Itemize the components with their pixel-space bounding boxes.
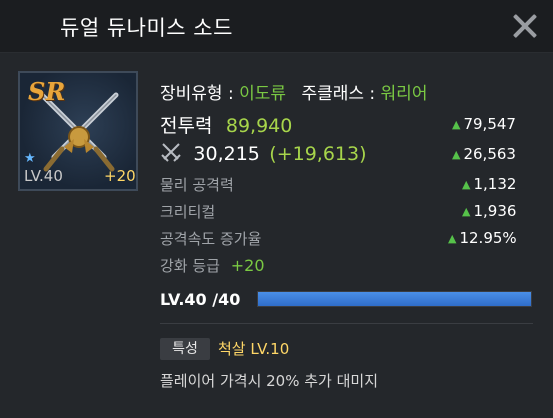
stat-label-physical-attack: 물리 공격력 [160, 176, 234, 194]
equip-type-value: 이도류 [239, 84, 287, 104]
combat-power-row: 전투력 89,940 [160, 111, 292, 138]
divider [160, 323, 533, 324]
icon-enhance-badge: +20 [104, 167, 136, 185]
stat-delta-attack-speed: ▲ 12.95% [448, 229, 517, 247]
attack-row: 30,215 (+19,613) [160, 141, 367, 165]
level-progress-bar [257, 291, 532, 307]
stat-delta-physical-attack: ▲ 1,132 [462, 175, 517, 193]
attack-swords-icon [161, 143, 181, 162]
level-label: LV.40 /40 [160, 290, 241, 309]
increase-arrow-icon: ▲ [448, 232, 457, 245]
enhance-label: 강화 등급 [160, 257, 220, 275]
trait-tag: 특성 [160, 338, 210, 360]
item-title: 듀얼 듀나미스 소드 [60, 16, 233, 40]
close-icon[interactable] [511, 12, 539, 40]
trait-name: 척살 LV.10 [218, 340, 290, 358]
stat-label-attack-speed: 공격속도 증가율 [160, 230, 262, 248]
stat-label-critical: 크리티컬 [160, 203, 216, 221]
level-progress-fill [258, 292, 531, 306]
attack-bonus: (+19,613) [269, 143, 367, 165]
combat-power-delta: ▲ 79,547 [452, 115, 516, 133]
trait-description: 플레이어 가격시 20% 추가 대미지 [160, 372, 379, 390]
star-icon: ★ [24, 151, 36, 166]
main-class-value: 워리어 [380, 84, 428, 104]
increase-arrow-icon: ▲ [452, 148, 461, 161]
increase-arrow-icon: ▲ [462, 205, 471, 218]
increase-arrow-icon: ▲ [462, 178, 471, 191]
combat-power-value: 89,940 [225, 115, 293, 137]
increase-arrow-icon: ▲ [452, 118, 461, 131]
attack-delta: ▲ 26,563 [452, 145, 516, 163]
combat-power-label: 전투력 [160, 115, 213, 137]
enhance-value: +20 [230, 256, 265, 275]
main-class-label: 주클래스 : [301, 84, 376, 104]
attack-value: 30,215 [193, 143, 260, 165]
tooltip-header: 듀얼 듀나미스 소드 [0, 0, 553, 53]
icon-level-label: LV.40 [24, 167, 63, 185]
item-icon: SR ★ LV.40 +20 [18, 71, 138, 191]
equip-type-row: 장비유형 : 이도류 주클래스 : 워리어 [160, 79, 427, 104]
grade-badge: SR [28, 77, 66, 106]
stat-delta-critical: ▲ 1,936 [462, 202, 517, 220]
equip-type-label: 장비유형 : [160, 84, 234, 104]
enhance-row: 강화 등급 +20 [160, 255, 265, 276]
